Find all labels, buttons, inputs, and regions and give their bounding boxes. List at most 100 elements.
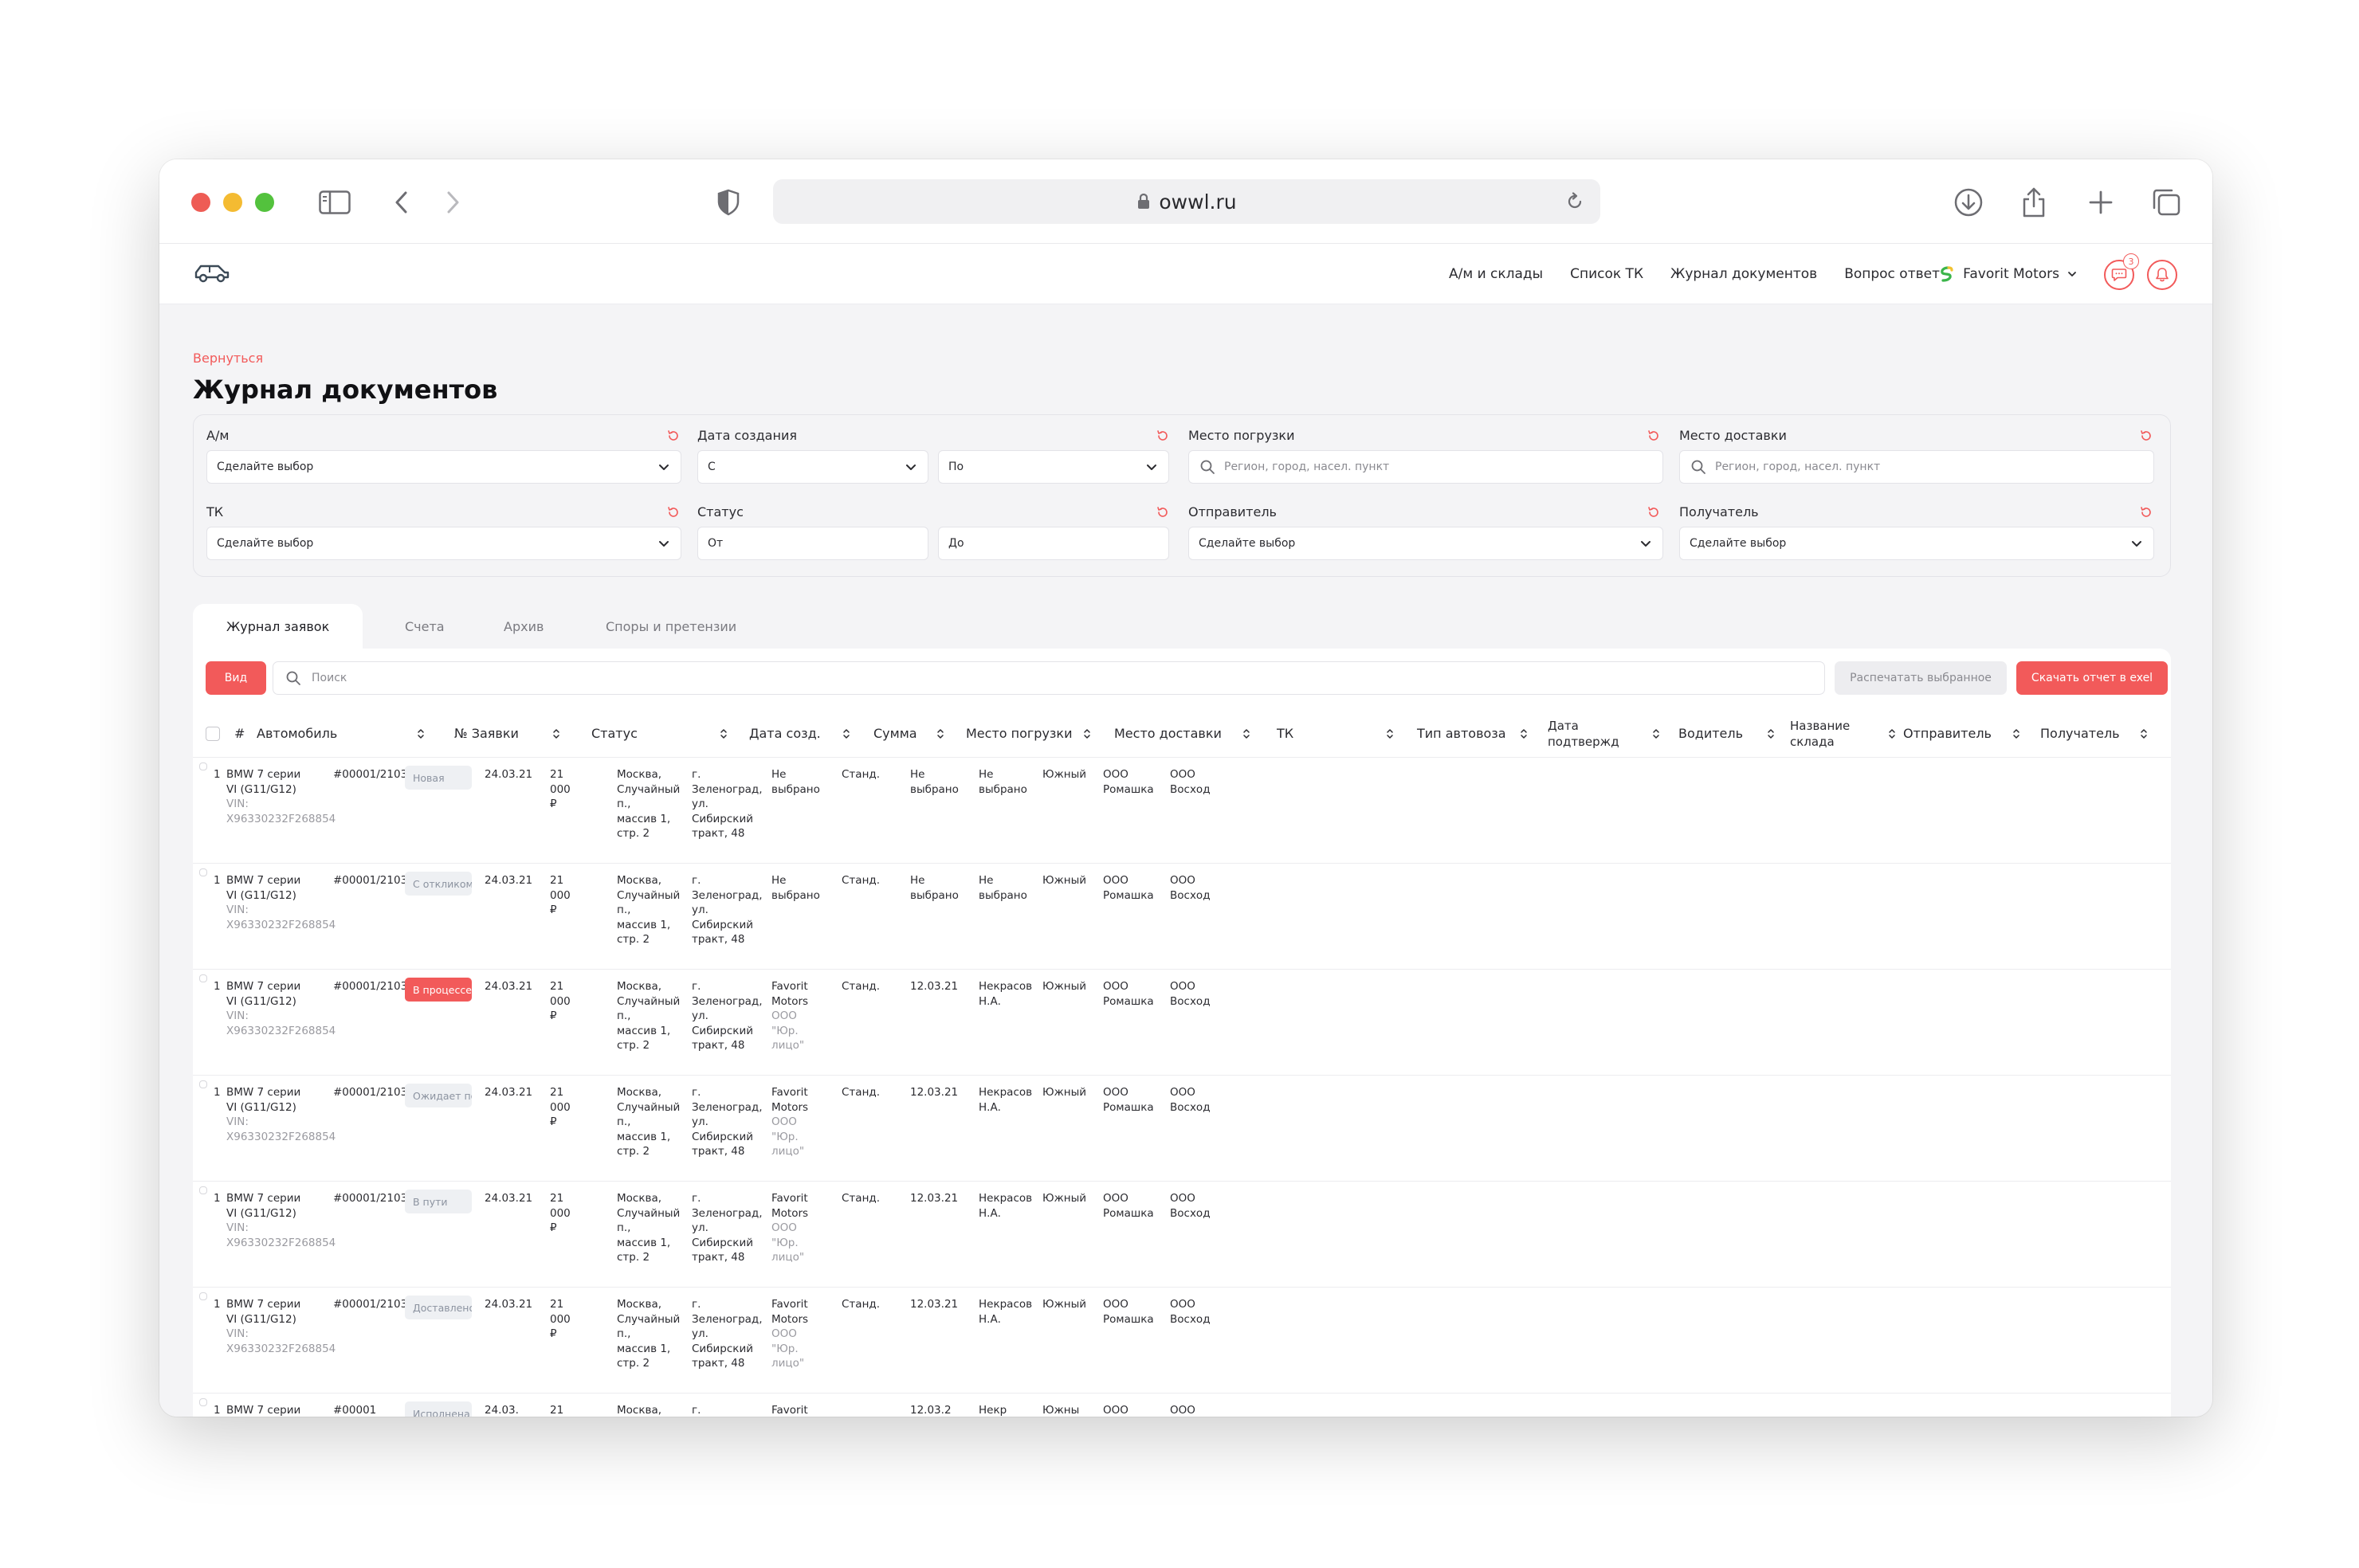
sort-icon[interactable]	[719, 727, 728, 741]
cell-vin-text: VIN: X96330232F268854	[226, 1327, 336, 1355]
cell-type: Станд.	[842, 979, 881, 994]
notifications-button[interactable]	[2147, 260, 2177, 290]
forward-icon[interactable]	[434, 183, 472, 221]
col-car[interactable]: Автомобиль	[257, 711, 424, 757]
sort-icon[interactable]	[1651, 727, 1661, 741]
col-created-date[interactable]: Дата созд.	[749, 711, 850, 757]
filter-delivery-input[interactable]: Регион, город, насел. пункт	[1679, 450, 2154, 484]
col-receiver[interactable]: Получатель	[2040, 711, 2147, 757]
sort-icon[interactable]	[416, 727, 426, 741]
tab-invoices[interactable]: Счета	[405, 604, 445, 649]
car-logo-icon[interactable]	[193, 258, 231, 287]
col-driver[interactable]: Водитель	[1678, 711, 1774, 757]
filter-tk-select[interactable]: Сделайте выбор	[206, 527, 681, 560]
sort-icon[interactable]	[1385, 727, 1395, 741]
back-link[interactable]: Вернуться	[193, 351, 263, 366]
reset-receiver-icon[interactable]	[2138, 504, 2154, 520]
cell-sum: 21 000 ₽	[550, 767, 574, 812]
sort-icon[interactable]	[1242, 727, 1251, 741]
sidebar-toggle-icon[interactable]	[316, 183, 354, 221]
row-checkbox[interactable]	[199, 762, 207, 770]
table-row[interactable]: 1 BMW 7 серии VI (G11/G12) VIN: X96330232F…	[193, 864, 2171, 970]
nav-tk-list[interactable]: Список ТК	[1570, 266, 1643, 282]
col-warehouse-name[interactable]: Название склада	[1790, 711, 1895, 757]
search-input[interactable]: Поиск	[273, 661, 1825, 695]
table-row[interactable]: 1 BMW 7 серии VI (G11/G12) VIN: X96330232F…	[193, 1076, 2171, 1182]
reset-tk-icon[interactable]	[665, 504, 681, 520]
nav-documents-journal[interactable]: Журнал документов	[1670, 266, 1817, 282]
zoom-window-button[interactable]	[255, 193, 274, 212]
sort-icon[interactable]	[936, 727, 945, 741]
sort-icon[interactable]	[842, 727, 851, 741]
close-window-button[interactable]	[191, 193, 210, 212]
new-tab-icon[interactable]	[2082, 183, 2120, 221]
sort-icon[interactable]	[1887, 727, 1897, 741]
reload-icon[interactable]	[1560, 187, 1589, 216]
filter-date-from[interactable]: С	[697, 450, 928, 484]
minimize-window-button[interactable]	[223, 193, 242, 212]
table-row[interactable]: 1 BMW 7 серии VI (G11/G12) VIN: X96330232F…	[193, 1182, 2171, 1288]
tab-archive[interactable]: Архив	[504, 604, 544, 649]
reset-delivery-icon[interactable]	[2138, 428, 2154, 444]
print-selected-button[interactable]: Распечатать выбранное	[1835, 661, 2007, 695]
row-checkbox[interactable]	[199, 1080, 207, 1088]
nav-am-warehouses[interactable]: А/м и склады	[1449, 266, 1543, 282]
col-transport-type[interactable]: Тип автовоза	[1417, 711, 1527, 757]
col-order-number[interactable]: № Заявки	[454, 711, 559, 757]
tab-overview-icon[interactable]	[2147, 183, 2185, 221]
chat-button[interactable]: 3	[2104, 253, 2139, 290]
export-excel-button[interactable]: Скачать отчет в exel	[2016, 661, 2168, 695]
main-nav: А/м и склады Список ТК Журнал документов…	[1449, 244, 1940, 304]
table-row[interactable]: 1 BMW 7 серии #00001 24.03. 21 Москва, г. Favor…	[193, 1394, 2171, 1417]
filter-am-value: Сделайте выбор	[217, 461, 314, 473]
table-row[interactable]: 1 BMW 7 серии VI (G11/G12) VIN: X96330232F…	[193, 1288, 2171, 1394]
cell-sender-text: ООО Ромашка	[1103, 1298, 1154, 1326]
reset-sender-icon[interactable]	[1646, 504, 1662, 520]
sort-icon[interactable]	[1766, 727, 1776, 741]
filter-status-to[interactable]: До	[938, 527, 1169, 560]
row-checkbox[interactable]	[199, 974, 207, 982]
col-delivery-place[interactable]: Место доставки	[1114, 711, 1250, 757]
sort-icon[interactable]	[1082, 727, 1092, 741]
cell-confirm: 12.03.21	[910, 979, 958, 994]
sort-icon[interactable]	[551, 727, 561, 741]
col-tk[interactable]: ТК	[1277, 711, 1393, 757]
download-icon[interactable]	[1949, 183, 1988, 221]
col-confirm-date[interactable]: Дата подтвержд	[1548, 711, 1659, 757]
privacy-shield-icon[interactable]	[709, 183, 748, 221]
table-row[interactable]: 1 BMW 7 серии VI (G11/G12) VIN: X96330232F…	[193, 758, 2171, 864]
cell-num-text: 1	[214, 768, 221, 781]
select-all-checkbox[interactable]	[206, 727, 220, 741]
table-row[interactable]: 1 BMW 7 серии VI (G11/G12) VIN: X96330232F…	[193, 970, 2171, 1076]
share-icon[interactable]	[2015, 183, 2053, 221]
sort-icon[interactable]	[1519, 727, 1529, 741]
col-sum[interactable]: Сумма	[873, 711, 944, 757]
filter-date-to[interactable]: По	[938, 450, 1169, 484]
company-selector[interactable]: Favorit Motors	[1937, 244, 2077, 304]
filter-status-from[interactable]: От	[697, 527, 928, 560]
filter-am-select[interactable]: Сделайте выбор	[206, 450, 681, 484]
tab-disputes[interactable]: Споры и претензии	[606, 604, 736, 649]
filter-sender-select[interactable]: Сделайте выбор	[1188, 527, 1663, 560]
row-checkbox[interactable]	[199, 868, 207, 876]
tab-orders-journal[interactable]: Журнал заявок	[193, 604, 363, 649]
chat-badge: 3	[2123, 253, 2139, 269]
reset-loading-icon[interactable]	[1646, 428, 1662, 444]
sort-icon[interactable]	[2139, 727, 2149, 741]
back-icon[interactable]	[383, 183, 421, 221]
col-loading-place[interactable]: Место погрузки	[966, 711, 1090, 757]
reset-status-icon[interactable]	[1155, 504, 1171, 520]
sort-icon[interactable]	[2012, 727, 2021, 741]
row-checkbox[interactable]	[199, 1292, 207, 1300]
address-bar[interactable]: owwl.ru	[773, 179, 1600, 224]
nav-faq[interactable]: Вопрос ответ	[1844, 266, 1940, 282]
filter-receiver-select[interactable]: Сделайте выбор	[1679, 527, 2154, 560]
col-status[interactable]: Статус	[591, 711, 727, 757]
reset-date-icon[interactable]	[1155, 428, 1171, 444]
row-checkbox[interactable]	[199, 1186, 207, 1194]
filter-loading-input[interactable]: Регион, город, насел. пункт	[1188, 450, 1663, 484]
col-sender[interactable]: Отправитель	[1903, 711, 2019, 757]
row-checkbox[interactable]	[199, 1398, 207, 1406]
view-button[interactable]: Вид	[206, 661, 266, 695]
reset-am-icon[interactable]	[665, 428, 681, 444]
